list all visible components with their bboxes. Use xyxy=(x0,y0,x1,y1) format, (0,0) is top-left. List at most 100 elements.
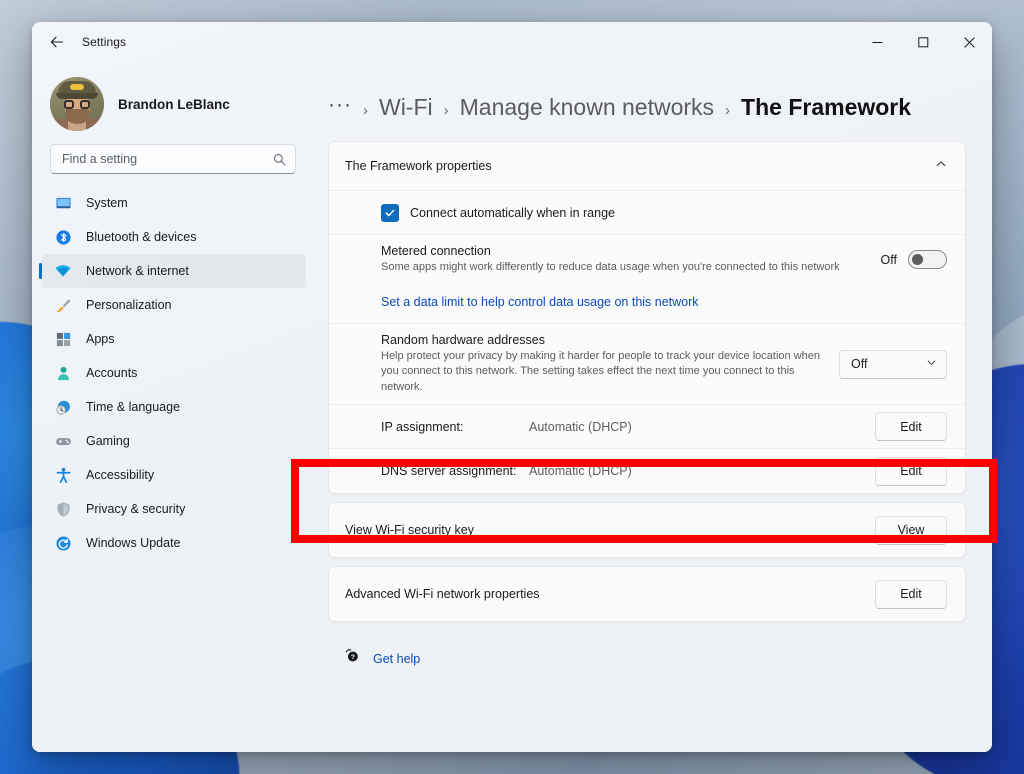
random-hardware-control: Off xyxy=(839,350,947,379)
advanced-properties-row: Advanced Wi-Fi network properties Edit xyxy=(329,567,965,621)
set-data-limit-link[interactable]: Set a data limit to help control data us… xyxy=(381,285,699,323)
minimize-icon xyxy=(872,37,883,48)
sidebar-item-privacy-security[interactable]: Privacy & security xyxy=(42,492,306,526)
view-security-key-control: View xyxy=(875,516,947,545)
metered-toggle-state: Off xyxy=(881,253,897,267)
help-question-icon: ? xyxy=(344,648,360,669)
sidebar-item-system[interactable]: System xyxy=(42,186,306,220)
sidebar-item-windows-update[interactable]: Windows Update xyxy=(42,526,306,560)
update-refresh-icon xyxy=(52,532,74,554)
sidebar-item-gaming[interactable]: Gaming xyxy=(42,424,306,458)
sidebar-item-apps[interactable]: Apps xyxy=(42,322,306,356)
accessibility-icon xyxy=(52,464,74,486)
properties-card-header[interactable]: The Framework properties xyxy=(329,142,965,191)
breadcrumb-separator: › xyxy=(444,102,449,119)
clock-globe-icon xyxy=(52,396,74,418)
advanced-properties-texts: Advanced Wi-Fi network properties xyxy=(345,578,861,610)
random-hardware-texts: Random hardware addresses Help protect y… xyxy=(381,324,825,405)
toggle-knob xyxy=(912,254,923,265)
breadcrumb-overflow-button[interactable]: ··· xyxy=(328,93,352,117)
advanced-properties-edit-button[interactable]: Edit xyxy=(875,580,947,609)
sidebar: Brandon LeBlanc xyxy=(32,62,314,752)
window-body: Brandon LeBlanc xyxy=(32,62,992,752)
sidebar-item-bluetooth-devices[interactable]: Bluetooth & devices xyxy=(42,220,306,254)
ip-assignment-kv: IP assignment: Automatic (DHCP) xyxy=(381,410,861,444)
random-hardware-select-value: Off xyxy=(851,357,926,371)
connect-automatically-row[interactable]: Connect automatically when in range xyxy=(329,191,965,235)
dns-assignment-edit-button[interactable]: Edit xyxy=(875,457,947,486)
sidebar-nav: System Bluetooth & devices xyxy=(32,174,314,560)
page-title: The Framework xyxy=(741,94,911,121)
sidebar-item-label: Gaming xyxy=(86,434,130,448)
sidebar-item-label: System xyxy=(86,196,128,210)
shield-icon xyxy=(52,498,74,520)
advanced-properties-label: Advanced Wi-Fi network properties xyxy=(345,587,861,601)
metered-connection-control: Off xyxy=(881,250,947,269)
search-box[interactable] xyxy=(50,144,296,174)
search-input[interactable] xyxy=(60,151,273,167)
sidebar-item-accessibility[interactable]: Accessibility xyxy=(42,458,306,492)
advanced-properties-card: Advanced Wi-Fi network properties Edit xyxy=(328,566,966,622)
view-security-key-button[interactable]: View xyxy=(875,516,947,545)
close-icon xyxy=(964,37,975,48)
minimize-button[interactable] xyxy=(854,22,900,62)
settings-window: Settings xyxy=(32,22,992,752)
sidebar-item-label: Accounts xyxy=(86,366,137,380)
app-title: Settings xyxy=(82,35,126,49)
monitor-icon xyxy=(52,192,74,214)
sidebar-item-label: Privacy & security xyxy=(86,502,185,516)
connect-automatically-checkbox[interactable] xyxy=(381,204,399,222)
breadcrumb-link-manage-known-networks[interactable]: Manage known networks xyxy=(460,94,714,121)
dns-assignment-row: DNS server assignment: Automatic (DHCP) … xyxy=(329,449,965,493)
ip-assignment-key: IP assignment: xyxy=(381,420,529,434)
random-hardware-title: Random hardware addresses xyxy=(381,333,825,347)
search-wrapper xyxy=(32,138,314,174)
checkmark-icon xyxy=(384,207,396,219)
desktop-wallpaper: Settings xyxy=(0,0,1024,774)
sidebar-item-network-internet[interactable]: Network & internet xyxy=(42,254,306,288)
sidebar-item-label: Accessibility xyxy=(86,468,154,482)
metered-connection-toggle[interactable] xyxy=(908,250,947,269)
ip-assignment-control: Edit xyxy=(875,412,947,441)
sidebar-item-label: Time & language xyxy=(86,400,180,414)
title-bar: Settings xyxy=(32,22,992,62)
back-button[interactable] xyxy=(40,27,74,57)
data-limit-link-row: Set a data limit to help control data us… xyxy=(329,285,965,324)
breadcrumb-link-wifi[interactable]: Wi-Fi xyxy=(379,94,433,121)
view-security-key-row: View Wi-Fi security key View xyxy=(329,503,965,557)
metered-connection-title: Metered connection xyxy=(381,244,867,258)
maximize-button[interactable] xyxy=(900,22,946,62)
sidebar-item-accounts[interactable]: Accounts xyxy=(42,356,306,390)
svg-text:?: ? xyxy=(351,655,355,662)
window-caption-buttons xyxy=(854,22,992,62)
security-key-card: View Wi-Fi security key View xyxy=(328,502,966,558)
properties-card: The Framework properties xyxy=(328,141,966,494)
close-button[interactable] xyxy=(946,22,992,62)
dns-assignment-kv: DNS server assignment: Automatic (DHCP) xyxy=(381,454,861,488)
person-icon xyxy=(52,362,74,384)
apps-grid-icon xyxy=(52,328,74,350)
sidebar-item-label: Apps xyxy=(86,332,115,346)
back-arrow-icon xyxy=(49,34,65,50)
view-security-key-label: View Wi-Fi security key xyxy=(345,523,861,537)
properties-card-title: The Framework properties xyxy=(345,159,935,173)
gamepad-icon xyxy=(52,430,74,452)
ip-assignment-value: Automatic (DHCP) xyxy=(529,420,632,434)
breadcrumb-separator: › xyxy=(725,102,730,119)
get-help-link[interactable]: ? Get help xyxy=(328,622,966,669)
bluetooth-icon xyxy=(52,226,74,248)
sidebar-item-personalization[interactable]: Personalization xyxy=(42,288,306,322)
account-name: Brandon LeBlanc xyxy=(118,97,230,112)
chevron-down-icon xyxy=(926,357,937,371)
random-hardware-addresses-row: Random hardware addresses Help protect y… xyxy=(329,324,965,406)
chevron-up-icon[interactable] xyxy=(935,157,947,175)
ip-assignment-edit-button[interactable]: Edit xyxy=(875,412,947,441)
avatar xyxy=(50,77,104,131)
dns-assignment-control: Edit xyxy=(875,457,947,486)
random-hardware-select[interactable]: Off xyxy=(839,350,947,379)
get-help-label: Get help xyxy=(373,652,420,666)
metered-connection-row: Metered connection Some apps might work … xyxy=(329,235,965,285)
account-block[interactable]: Brandon LeBlanc xyxy=(32,62,314,138)
sidebar-item-time-language[interactable]: Time & language xyxy=(42,390,306,424)
sidebar-item-label: Network & internet xyxy=(86,264,189,278)
